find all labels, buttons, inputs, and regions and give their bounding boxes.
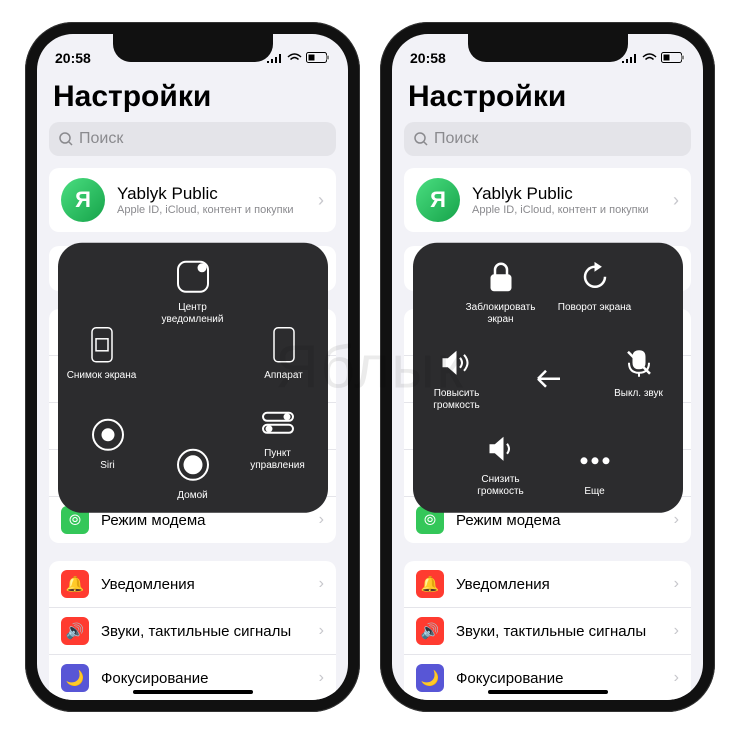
siri-icon bbox=[88, 414, 128, 454]
row-notifications[interactable]: 🔔Уведомления› bbox=[404, 561, 691, 608]
account-name: Yablyk Public bbox=[472, 184, 649, 204]
at-home[interactable]: Домой bbox=[153, 444, 233, 501]
chevron-right-icon: › bbox=[319, 575, 324, 593]
at-siri[interactable]: Siri bbox=[68, 414, 148, 471]
chevron-right-icon: › bbox=[674, 622, 679, 640]
device-icon bbox=[264, 325, 304, 365]
home-indicator[interactable] bbox=[133, 690, 253, 694]
search-placeholder: Поиск bbox=[434, 130, 478, 148]
apple-id-card[interactable]: Я Yablyk Public Apple ID, iCloud, контен… bbox=[404, 168, 691, 232]
row-sounds[interactable]: 🔊Звуки, тактильные сигналы› bbox=[49, 608, 336, 655]
arrow-left-icon bbox=[528, 359, 568, 399]
volume-down-icon bbox=[481, 429, 521, 469]
notch bbox=[468, 34, 628, 62]
row-sounds[interactable]: 🔊Звуки, тактильные сигналы› bbox=[404, 608, 691, 655]
account-sub: Apple ID, iCloud, контент и покупки bbox=[472, 204, 649, 216]
search-icon bbox=[59, 132, 73, 146]
phone-frame-right: 20:58 Настройки Поиск Я Yablyk Public Ap… bbox=[380, 22, 715, 712]
at-device[interactable]: Аппарат bbox=[244, 325, 324, 382]
assistivetouch-panel-main: Центр уведомлений Снимок экрана Аппарат … bbox=[58, 243, 328, 513]
lock-icon bbox=[481, 257, 521, 297]
at-lock-screen[interactable]: Заблокировать экран bbox=[461, 257, 541, 325]
screenshot-icon bbox=[82, 325, 122, 365]
status-icons bbox=[622, 52, 685, 64]
search-icon bbox=[414, 132, 428, 146]
home-indicator[interactable] bbox=[488, 690, 608, 694]
search-input[interactable]: Поиск bbox=[404, 122, 691, 156]
mute-icon bbox=[619, 343, 659, 383]
account-sub: Apple ID, iCloud, контент и покупки bbox=[117, 204, 294, 216]
sounds-icon: 🔊 bbox=[416, 617, 444, 645]
avatar: Я bbox=[61, 178, 105, 222]
status-time: 20:58 bbox=[55, 50, 91, 66]
status-icons bbox=[267, 52, 330, 64]
wifi-icon bbox=[642, 53, 657, 64]
avatar: Я bbox=[416, 178, 460, 222]
status-time: 20:58 bbox=[410, 50, 446, 66]
at-mute[interactable]: Выкл. звук bbox=[599, 343, 679, 400]
page-title: Настройки bbox=[37, 74, 348, 122]
battery-icon bbox=[661, 52, 685, 64]
at-volume-up[interactable]: Повысить громкость bbox=[417, 343, 497, 411]
more-icon bbox=[575, 440, 615, 480]
screen: 20:58 Настройки Поиск Я Yablyk Public Ap… bbox=[37, 34, 348, 700]
volume-up-icon bbox=[437, 343, 477, 383]
at-rotate-screen[interactable]: Поворот экрана bbox=[555, 257, 635, 314]
chevron-right-icon: › bbox=[674, 511, 679, 529]
at-notification-center[interactable]: Центр уведомлений bbox=[153, 257, 233, 325]
at-back[interactable] bbox=[508, 359, 588, 399]
account-name: Yablyk Public bbox=[117, 184, 294, 204]
focus-icon: 🌙 bbox=[61, 664, 89, 692]
focus-icon: 🌙 bbox=[416, 664, 444, 692]
search-placeholder: Поиск bbox=[79, 130, 123, 148]
home-icon bbox=[173, 444, 213, 484]
assistivetouch-panel-device: Заблокировать экран Поворот экрана Повыс… bbox=[413, 243, 683, 513]
notifications-icon: 🔔 bbox=[416, 570, 444, 598]
chevron-right-icon: › bbox=[674, 575, 679, 593]
sounds-icon: 🔊 bbox=[61, 617, 89, 645]
settings-group-2: 🔔Уведомления› 🔊Звуки, тактильные сигналы… bbox=[49, 561, 336, 700]
chevron-right-icon: › bbox=[319, 669, 324, 687]
chevron-right-icon: › bbox=[319, 622, 324, 640]
search-input[interactable]: Поиск bbox=[49, 122, 336, 156]
notification-center-icon bbox=[173, 257, 213, 297]
chevron-right-icon: › bbox=[318, 190, 324, 211]
phone-frame-left: 20:58 Настройки Поиск Я Yablyk Public Ap… bbox=[25, 22, 360, 712]
at-volume-down[interactable]: Снизить громкость bbox=[461, 429, 541, 497]
chevron-right-icon: › bbox=[673, 190, 679, 211]
rotate-icon bbox=[575, 257, 615, 297]
at-control-center[interactable]: Пункт управления bbox=[238, 403, 318, 471]
row-notifications[interactable]: 🔔Уведомления› bbox=[49, 561, 336, 608]
chevron-right-icon: › bbox=[674, 669, 679, 687]
wifi-icon bbox=[287, 53, 302, 64]
battery-icon bbox=[306, 52, 330, 64]
at-more[interactable]: Еще bbox=[555, 440, 635, 497]
signal-icon bbox=[267, 53, 283, 64]
apple-id-card[interactable]: Я Yablyk Public Apple ID, iCloud, контен… bbox=[49, 168, 336, 232]
settings-group-2: 🔔Уведомления› 🔊Звуки, тактильные сигналы… bbox=[404, 561, 691, 700]
notch bbox=[113, 34, 273, 62]
notifications-icon: 🔔 bbox=[61, 570, 89, 598]
chevron-right-icon: › bbox=[319, 511, 324, 529]
at-screenshot[interactable]: Снимок экрана bbox=[62, 325, 142, 382]
signal-icon bbox=[622, 53, 638, 64]
screen: 20:58 Настройки Поиск Я Yablyk Public Ap… bbox=[392, 34, 703, 700]
control-center-icon bbox=[258, 403, 298, 443]
page-title: Настройки bbox=[392, 74, 703, 122]
